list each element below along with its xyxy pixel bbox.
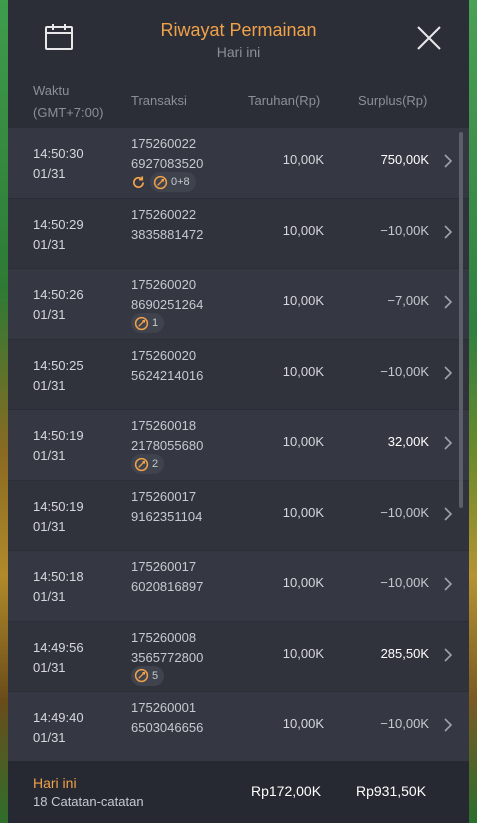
row-transaction-id: 175260020 8690251264 [131,277,204,312]
chevron-right-icon[interactable] [443,718,453,732]
page-subtitle: Hari ini [216,44,261,60]
row-time: 14:50:30 01/31 [33,146,84,181]
row-surplus: 32,00K [387,434,429,449]
feature-pill: 2 [131,454,165,474]
bonus-icon [134,316,149,330]
row-transaction-id: 175260008 3565772800 [131,629,204,665]
feature-count: 5 [152,669,159,682]
bonus-icon [134,668,149,683]
history-panel: Riwayat Permainan Hari ini Waktu (GMT+7:… [8,0,469,823]
summary-footer: Hari ini 18 Catatan-catatan Rp172,00K Rp… [8,761,469,823]
row-bet: 10,00K [282,716,324,731]
column-taruhan: Taruhan(Rp) [248,93,321,108]
close-icon[interactable] [415,24,443,52]
row-surplus: −10,00K [380,363,429,379]
chevron-right-icon[interactable] [443,295,453,309]
row-transaction-id: 175260017 6020816897 [131,559,204,594]
feature-pill: 1 [131,313,165,333]
row-time: 14:49:40 01/31 [33,710,84,745]
feature-badges: 5 [131,665,165,686]
chevron-right-icon[interactable] [443,436,453,450]
total-bet: Rp172,00K [251,783,322,799]
total-surplus: Rp931,50K [356,783,427,799]
respin-icon [133,175,145,188]
row-surplus: −10,00K [380,575,429,590]
chevron-right-icon[interactable] [443,577,453,591]
row-transaction-id: 175260020 5624214016 [131,347,204,383]
row-bet: 10,00K [282,645,324,661]
row-time: 14:49:56 01/31 [33,639,84,675]
history-row[interactable]: 14:49:56 01/31 175260008 3565772800 5 10,00K 2… [8,621,469,692]
row-surplus: 285,50K [380,645,429,661]
history-row[interactable]: 14:50:19 01/31 175260018 2178055680 2 10,00K 3… [8,410,469,481]
record-count: 18 Catatan-catatan [33,794,144,809]
chevron-right-icon[interactable] [443,224,453,239]
bonus-icon [153,175,168,189]
row-bet: 10,00K [282,575,324,590]
chevron-right-icon[interactable] [443,647,453,662]
row-time: 14:50:18 01/31 [33,569,84,604]
row-bet: 10,00K [282,222,324,238]
scrollbar[interactable] [459,132,463,508]
history-row[interactable]: 14:50:25 01/31 175260020 5624214016 10,00K −1… [8,339,469,410]
history-row[interactable]: 14:50:29 01/31 175260022 3835881472 10,00K −1… [8,198,469,269]
row-transaction-id: 175260001 6503046656 [131,700,204,735]
history-row[interactable]: 14:50:19 01/31 175260017 9162351104 10,00K −1… [8,480,469,551]
column-transaksi: Transaksi [131,93,187,108]
footer-label: Hari ini [33,775,77,791]
row-time: 14:50:29 01/31 [33,216,84,252]
feature-badges: 2 [131,454,165,474]
chevron-right-icon[interactable] [443,506,453,521]
history-row[interactable]: 14:50:26 01/31 175260020 8690251264 1 10,00K −… [8,269,469,340]
feature-pill: 5 [131,665,165,686]
chevron-right-icon[interactable] [443,365,453,380]
column-waktu: Waktu (GMT+7:00) [33,83,104,120]
row-surplus: −10,00K [380,222,429,238]
history-row[interactable]: 14:50:18 01/31 175260017 6020816897 10,00K −1… [8,551,469,622]
row-surplus: −7,00K [387,293,429,308]
row-bet: 10,00K [282,152,324,167]
row-transaction-id: 175260022 6927083520 [131,136,204,171]
history-row[interactable]: 14:50:30 01/31 175260022 6927083520 0+8 10,00… [8,128,469,199]
feature-badges: 1 [131,313,165,333]
row-bet: 10,00K [282,504,324,520]
row-time: 14:50:19 01/31 [33,498,84,534]
row-time: 14:50:25 01/31 [33,357,84,393]
background-left [0,0,8,823]
feature-count: 0+8 [171,176,190,188]
row-time: 14:50:26 01/31 [33,287,84,322]
history-row[interactable]: 14:49:40 01/31 175260001 6503046656 10,00K −1… [8,692,469,763]
row-bet: 10,00K [282,434,324,449]
chevron-right-icon[interactable] [443,154,453,168]
background-right [469,0,477,823]
column-headers: Waktu (GMT+7:00) Transaksi Taruhan(Rp) S… [8,78,469,128]
page-title: Riwayat Permainan [160,20,317,40]
feature-pill: 0+8 [150,172,196,192]
feature-badges: 0+8 [131,172,196,192]
row-surplus: 750,00K [380,152,429,167]
row-transaction-id: 175260022 3835881472 [131,206,204,242]
row-time: 14:50:19 01/31 [33,428,84,463]
bonus-icon [134,457,149,471]
row-transaction-id: 175260017 9162351104 [131,488,203,524]
feature-count: 2 [152,458,159,470]
row-bet: 10,00K [282,293,324,308]
feature-count: 1 [152,317,159,329]
header: Riwayat Permainan Hari ini [8,0,469,78]
column-surplus: Surplus(Rp) [358,93,428,108]
history-list: 14:50:30 01/31 175260022 6927083520 0+8 10,00… [8,128,469,763]
row-transaction-id: 175260018 2178055680 [131,418,204,453]
row-bet: 10,00K [282,363,324,379]
row-surplus: −10,00K [380,504,429,520]
row-surplus: −10,00K [380,716,429,731]
